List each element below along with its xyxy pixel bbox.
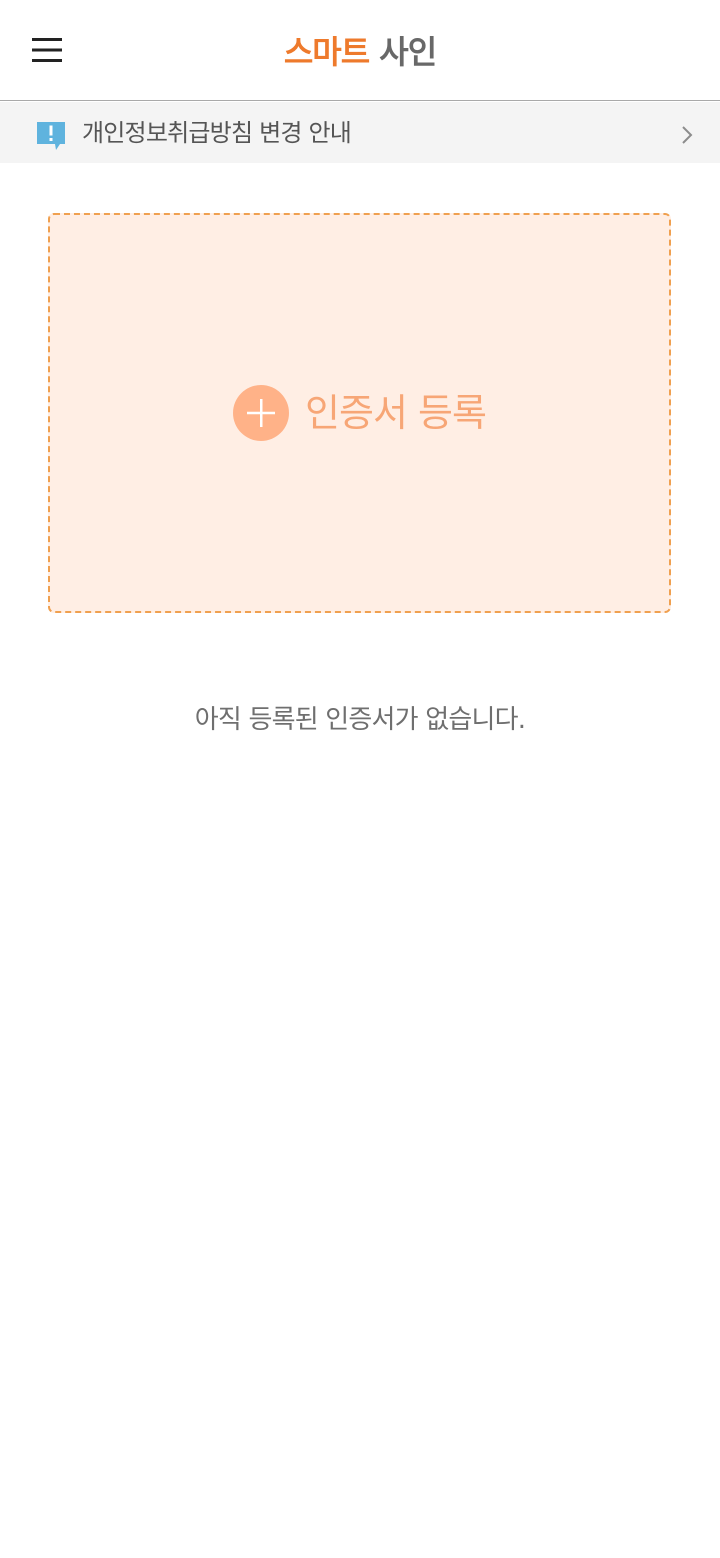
notice-alert-icon	[36, 119, 66, 153]
app-title: 스마트 사인	[0, 30, 720, 74]
register-certificate-content: 인증서 등록	[50, 215, 669, 611]
privacy-notice-banner[interactable]: 개인정보취급방침 변경 안내	[0, 102, 720, 163]
app-title-accent: 스마트	[283, 33, 370, 71]
plus-circle-icon	[233, 385, 290, 441]
app-title-plain: 사인	[379, 33, 437, 71]
register-certificate-label: 인증서 등록	[305, 391, 487, 435]
chevron-right-icon	[680, 124, 694, 146]
notice-text: 개인정보취급방침 변경 안내	[82, 119, 352, 147]
empty-state-message: 아직 등록된 인증서가 없습니다.	[194, 705, 526, 735]
register-certificate-button[interactable]: 인증서 등록	[48, 213, 671, 613]
app-header: 스마트 사인	[0, 0, 720, 101]
smart-sign-app: 스마트 사인 개인정보취급방침 변경 안내 인증서 등록 아직 등록된 인증서가…	[0, 0, 720, 1558]
